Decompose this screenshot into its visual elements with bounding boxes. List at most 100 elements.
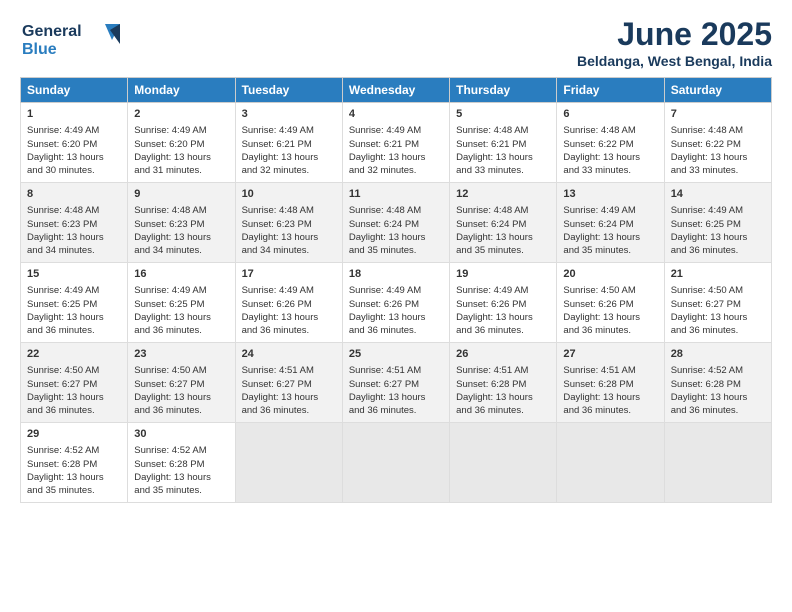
- day-info: Sunset: 6:21 PM: [456, 138, 550, 151]
- calendar-week-3: 15Sunrise: 4:49 AMSunset: 6:25 PMDayligh…: [21, 263, 772, 343]
- day-info: Sunset: 6:23 PM: [134, 218, 228, 231]
- day-info: Sunrise: 4:51 AM: [242, 364, 336, 377]
- day-number: 12: [456, 187, 550, 202]
- day-info: Daylight: 13 hours: [671, 231, 765, 244]
- day-info: Sunset: 6:22 PM: [563, 138, 657, 151]
- day-info: and 36 minutes.: [671, 404, 765, 417]
- day-info: Sunset: 6:25 PM: [671, 218, 765, 231]
- calendar-cell: 8Sunrise: 4:48 AMSunset: 6:23 PMDaylight…: [21, 183, 128, 263]
- day-number: 26: [456, 347, 550, 362]
- calendar-cell: [342, 423, 449, 503]
- day-info: Sunset: 6:25 PM: [134, 298, 228, 311]
- calendar-cell: 21Sunrise: 4:50 AMSunset: 6:27 PMDayligh…: [664, 263, 771, 343]
- calendar-week-1: 1 Sunrise: 4:49 AM Sunset: 6:20 PM Daylight…: [21, 103, 772, 183]
- logo-icon: General Blue: [20, 16, 120, 60]
- header-day-thursday: Thursday: [450, 78, 557, 103]
- day-info: Sunrise: 4:49 AM: [349, 124, 443, 137]
- day-info: Sunset: 6:24 PM: [349, 218, 443, 231]
- day-info: Daylight: 13 hours: [456, 151, 550, 164]
- day-info: Daylight: 13 hours: [27, 311, 121, 324]
- day-number: 20: [563, 267, 657, 282]
- day-number: 11: [349, 187, 443, 202]
- calendar-cell: 3Sunrise: 4:49 AMSunset: 6:21 PMDaylight…: [235, 103, 342, 183]
- day-number: 10: [242, 187, 336, 202]
- day-info: Sunrise: 4:50 AM: [27, 364, 121, 377]
- day-info: and 32 minutes.: [349, 164, 443, 177]
- day-info: and 36 minutes.: [27, 324, 121, 337]
- day-number: 24: [242, 347, 336, 362]
- day-info: and 36 minutes.: [671, 324, 765, 337]
- day-info: Daylight: 13 hours: [456, 231, 550, 244]
- day-info: and 34 minutes.: [242, 244, 336, 257]
- day-number: 17: [242, 267, 336, 282]
- day-info: Daylight: 13 hours: [27, 471, 121, 484]
- day-info: Daylight: 13 hours: [242, 231, 336, 244]
- day-number: 4: [349, 107, 443, 122]
- day-info: Daylight: 13 hours: [563, 311, 657, 324]
- day-number: 1: [27, 107, 121, 122]
- svg-text:General: General: [22, 23, 82, 40]
- day-info: Sunrise: 4:51 AM: [349, 364, 443, 377]
- day-info: and 36 minutes.: [456, 324, 550, 337]
- day-info: Sunrise: 4:51 AM: [456, 364, 550, 377]
- calendar-cell: 29 Sunrise: 4:52 AMSunset: 6:28 PMDayligh…: [21, 423, 128, 503]
- day-info: Sunrise: 4:49 AM: [671, 204, 765, 217]
- header: General Blue June 2025 Beldanga, West Be…: [20, 16, 772, 69]
- day-info: Sunset: 6:27 PM: [349, 378, 443, 391]
- day-info: Sunrise: 4:49 AM: [242, 284, 336, 297]
- calendar-cell: 20 Sunrise: 4:50 AMSunset: 6:26 PMDayligh…: [557, 263, 664, 343]
- day-info: Sunrise: 4:52 AM: [27, 444, 121, 457]
- calendar-cell: [450, 423, 557, 503]
- header-day-friday: Friday: [557, 78, 664, 103]
- day-info: Daylight: 13 hours: [134, 391, 228, 404]
- calendar-cell: 9Sunrise: 4:48 AMSunset: 6:23 PMDaylight…: [128, 183, 235, 263]
- svg-text:Blue: Blue: [22, 41, 57, 58]
- day-info: Sunset: 6:23 PM: [242, 218, 336, 231]
- day-info: and 35 minutes.: [134, 484, 228, 497]
- day-number: 7: [671, 107, 765, 122]
- day-info: Sunrise: 4:48 AM: [563, 124, 657, 137]
- day-info: and 36 minutes.: [242, 404, 336, 417]
- header-day-monday: Monday: [128, 78, 235, 103]
- day-info: Sunset: 6:22 PM: [671, 138, 765, 151]
- day-info: Sunrise: 4:51 AM: [563, 364, 657, 377]
- day-info: Sunrise: 4:48 AM: [242, 204, 336, 217]
- day-info: Daylight: 13 hours: [563, 231, 657, 244]
- day-number: 22: [27, 347, 121, 362]
- day-number: 25: [349, 347, 443, 362]
- day-info: Daylight: 13 hours: [349, 391, 443, 404]
- day-info: and 36 minutes.: [563, 324, 657, 337]
- calendar-cell: 16Sunrise: 4:49 AMSunset: 6:25 PMDayligh…: [128, 263, 235, 343]
- calendar-cell: [235, 423, 342, 503]
- day-info: Daylight: 13 hours: [242, 311, 336, 324]
- day-info: Sunrise: 4:52 AM: [671, 364, 765, 377]
- calendar-week-4: 22Sunrise: 4:50 AMSunset: 6:27 PMDayligh…: [21, 343, 772, 423]
- day-info: and 35 minutes.: [27, 484, 121, 497]
- calendar-cell: 25 Sunrise: 4:51 AMSunset: 6:27 PMDayligh…: [342, 343, 449, 423]
- day-info: Sunset: 6:26 PM: [563, 298, 657, 311]
- day-info: Daylight: 13 hours: [349, 151, 443, 164]
- day-number: 18: [349, 267, 443, 282]
- day-info: and 36 minutes.: [134, 404, 228, 417]
- calendar-header-row: SundayMondayTuesdayWednesdayThursdayFrid…: [21, 78, 772, 103]
- day-info: Sunset: 6:26 PM: [242, 298, 336, 311]
- day-number: 29: [27, 427, 121, 442]
- day-info: Daylight: 13 hours: [671, 151, 765, 164]
- day-info: Sunset: 6:28 PM: [27, 458, 121, 471]
- day-info: and 31 minutes.: [134, 164, 228, 177]
- day-info: and 36 minutes.: [671, 244, 765, 257]
- day-info: and 30 minutes.: [27, 164, 121, 177]
- day-info: Sunrise: 4:50 AM: [563, 284, 657, 297]
- day-number: 23: [134, 347, 228, 362]
- day-number: 14: [671, 187, 765, 202]
- day-info: Sunrise: 4:52 AM: [134, 444, 228, 457]
- location-subtitle: Beldanga, West Bengal, India: [577, 53, 772, 69]
- day-info: Sunset: 6:20 PM: [134, 138, 228, 151]
- day-number: 9: [134, 187, 228, 202]
- calendar-cell: 2Sunrise: 4:49 AMSunset: 6:20 PMDaylight…: [128, 103, 235, 183]
- day-info: Sunrise: 4:49 AM: [27, 284, 121, 297]
- day-info: Daylight: 13 hours: [456, 311, 550, 324]
- day-info: and 32 minutes.: [242, 164, 336, 177]
- day-info: Sunrise: 4:50 AM: [671, 284, 765, 297]
- day-info: Sunrise: 4:49 AM: [349, 284, 443, 297]
